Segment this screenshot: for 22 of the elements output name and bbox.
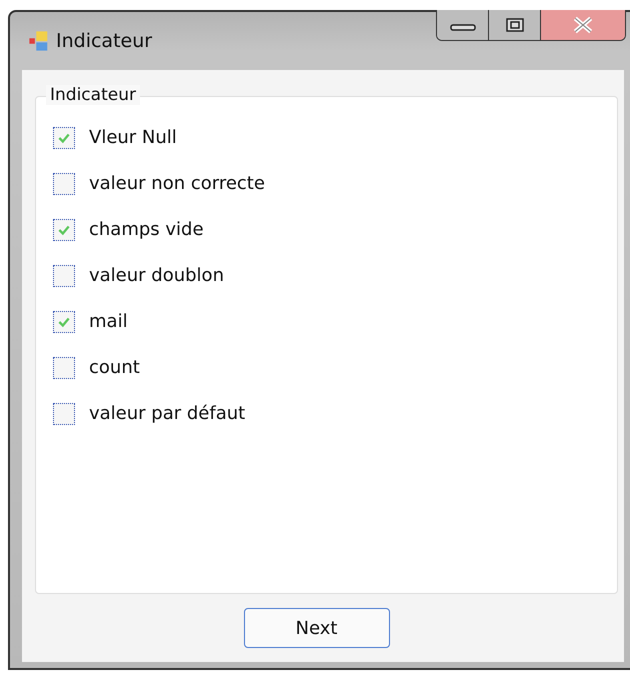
maximize-button[interactable] — [489, 10, 541, 40]
checkbox[interactable] — [53, 218, 75, 240]
app-icon — [28, 30, 50, 52]
next-button[interactable]: Next — [244, 608, 390, 648]
group-label: Indicateur — [46, 85, 140, 105]
checkbox-option[interactable]: valeur par défaut — [53, 399, 617, 428]
minimize-button[interactable] — [437, 10, 489, 40]
checkbox[interactable] — [53, 264, 75, 286]
checkbox-option[interactable]: Vleur Null — [53, 123, 617, 152]
checkbox-option[interactable]: valeur non correcte — [53, 169, 617, 198]
checkbox[interactable] — [53, 172, 75, 194]
checkbox-option[interactable]: valeur doublon — [53, 261, 617, 290]
checkbox[interactable] — [53, 126, 75, 148]
checkbox-option[interactable]: champs vide — [53, 215, 617, 244]
close-icon — [572, 16, 594, 34]
checkbox-option[interactable]: count — [53, 353, 617, 382]
checkbox[interactable] — [53, 310, 75, 332]
checkbox[interactable] — [53, 402, 75, 424]
maximize-icon — [504, 17, 524, 33]
checkbox[interactable] — [53, 356, 75, 378]
window-title: Indicateur — [56, 30, 152, 52]
checkbox-option[interactable]: mail — [53, 307, 617, 336]
